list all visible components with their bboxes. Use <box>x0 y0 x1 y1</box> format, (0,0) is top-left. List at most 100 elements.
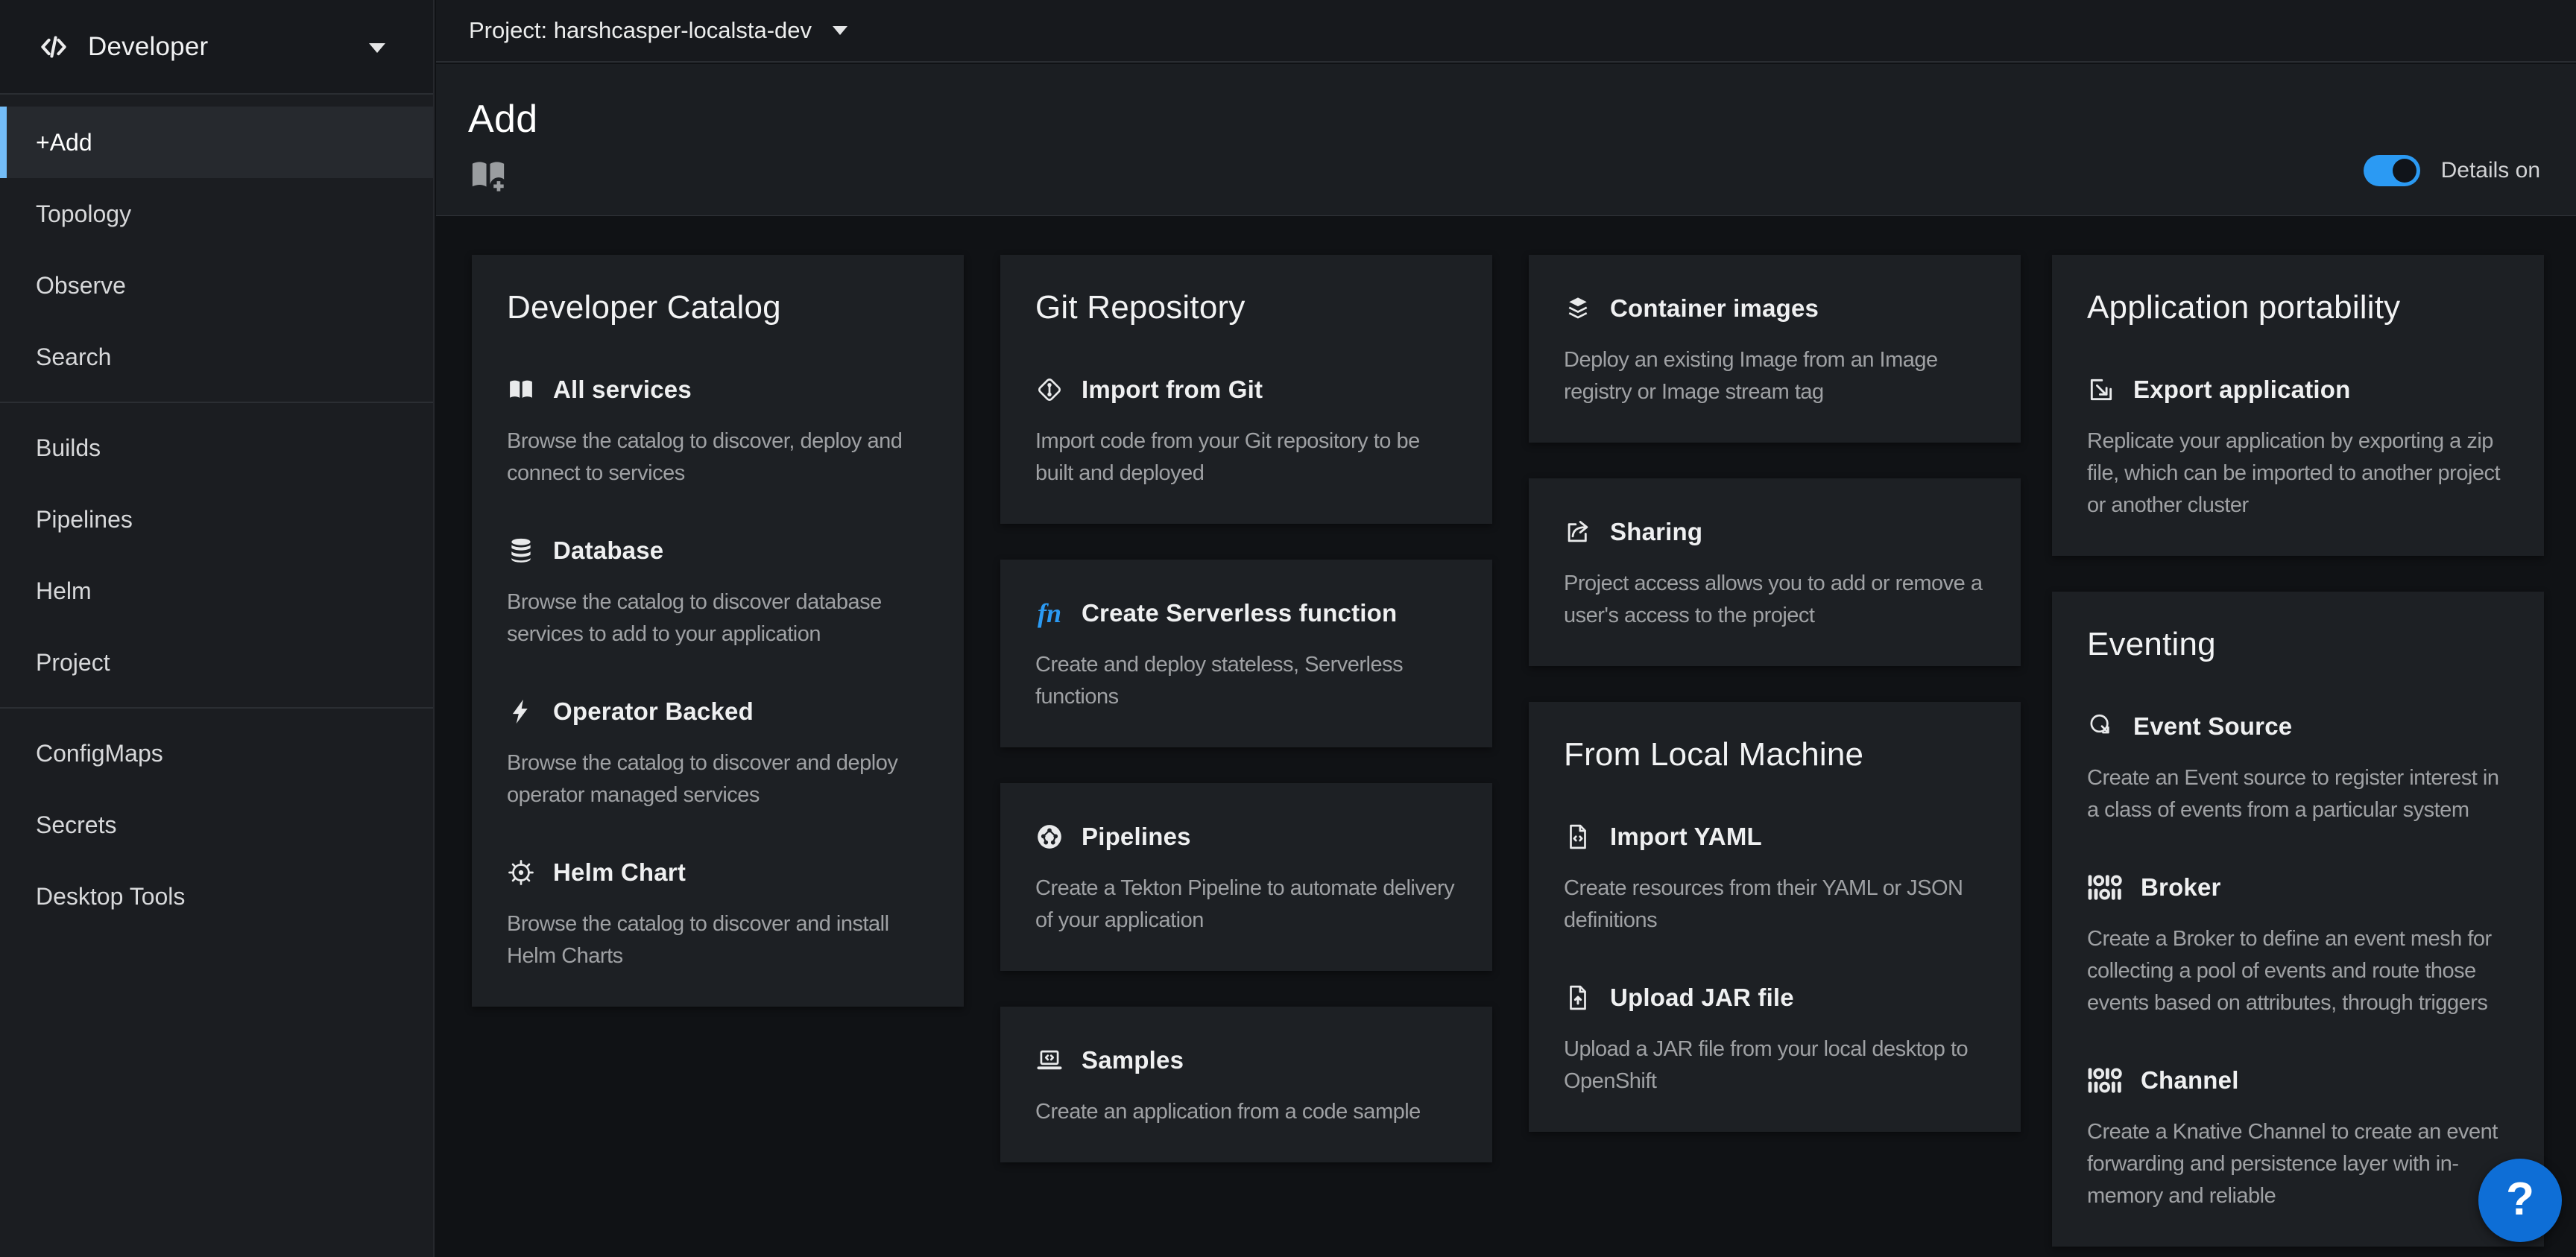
broker-icon <box>2087 873 2123 902</box>
item-title: Operator Backed <box>553 697 754 726</box>
sidebar-nav: +Add Topology Observe Search Builds Pipe… <box>0 95 433 932</box>
card-eventing: Eventing Event Source Create an Event so… <box>2052 592 2544 1247</box>
card-column: Application portability Export applicati… <box>2052 255 2544 1247</box>
details-toggle-label: Details on <box>2441 158 2540 183</box>
item-operator-backed[interactable]: Operator Backed Browse the catalog to di… <box>507 695 929 811</box>
sidebar-item-label: Observe <box>36 272 126 300</box>
card-developer-catalog: Developer Catalog All services Browse th… <box>472 255 964 1007</box>
card-title: Developer Catalog <box>507 290 929 326</box>
item-description: Create an Event source to register inter… <box>2087 762 2509 826</box>
sidebar-item-project[interactable]: Project <box>0 627 433 698</box>
file-upload-icon <box>1564 984 1592 1012</box>
sidebar-item-label: Builds <box>36 434 101 462</box>
item-sharing[interactable]: Sharing Project access allows you to add… <box>1564 516 1986 632</box>
card-sharing: Sharing Project access allows you to add… <box>1529 478 2021 666</box>
item-database[interactable]: Database Browse the catalog to discover … <box>507 534 929 650</box>
project-switcher[interactable]: Project: harshcasper-localsta-dev <box>469 17 847 44</box>
card-pipelines: Pipelines Create a Tekton Pipeline to au… <box>1000 783 1492 971</box>
item-helm-chart[interactable]: Helm Chart Browse the catalog to discove… <box>507 856 929 972</box>
share-icon <box>1564 518 1592 546</box>
perspective-switcher[interactable]: Developer <box>0 0 433 95</box>
sidebar: Developer +Add Topology Observe Search B… <box>0 0 435 1257</box>
git-icon <box>1035 376 1064 404</box>
sidebar-item-helm[interactable]: Helm <box>0 555 433 627</box>
item-title: Create Serverless function <box>1082 599 1397 627</box>
page-title: Add <box>468 97 2576 142</box>
card-git-repository: Git Repository Import from Git Import co… <box>1000 255 1492 524</box>
item-title: Pipelines <box>1082 823 1191 851</box>
item-description: Create and deploy stateless, Serverless … <box>1035 649 1457 713</box>
sidebar-item-topology[interactable]: Topology <box>0 178 433 250</box>
details-toggle-group: Details on <box>2364 155 2540 186</box>
card-column: Git Repository Import from Git Import co… <box>1000 255 1492 1162</box>
layers-icon <box>1564 294 1592 323</box>
sidebar-item-desktop-tools[interactable]: Desktop Tools <box>0 861 433 932</box>
item-title: Sharing <box>1610 518 1702 546</box>
sidebar-item-search[interactable]: Search <box>0 321 433 393</box>
item-upload-jar-file[interactable]: Upload JAR file Upload a JAR file from y… <box>1564 981 1986 1098</box>
item-description: Browse the catalog to discover database … <box>507 586 929 650</box>
topbar: Project: harshcasper-localsta-dev <box>436 0 2576 63</box>
card-from-local-machine: From Local Machine Import YAML Create re… <box>1529 702 2021 1132</box>
item-title: Database <box>553 536 663 565</box>
item-import-from-git[interactable]: Import from Git Import code from your Gi… <box>1035 373 1457 490</box>
sidebar-item-configmaps[interactable]: ConfigMaps <box>0 718 433 789</box>
details-toggle[interactable] <box>2364 155 2420 186</box>
item-description: Create a Tekton Pipeline to automate del… <box>1035 873 1457 937</box>
help-button[interactable]: ? <box>2478 1159 2562 1242</box>
sidebar-item-observe[interactable]: Observe <box>0 250 433 321</box>
card-serverless-function: fn Create Serverless function Create and… <box>1000 560 1492 747</box>
project-label: Project: harshcasper-localsta-dev <box>469 17 812 44</box>
sidebar-item-label: Pipelines <box>36 506 133 533</box>
sidebar-item-label: Search <box>36 343 111 371</box>
bolt-icon <box>507 697 535 726</box>
card-container-images: Container images Deploy an existing Imag… <box>1529 255 2021 443</box>
item-description: Deploy an existing Image from an Image r… <box>1564 344 1986 408</box>
item-event-source[interactable]: Event Source Create an Event source to r… <box>2087 710 2509 826</box>
item-title: All services <box>553 376 692 404</box>
item-title: Import YAML <box>1610 823 1762 851</box>
sidebar-item-secrets[interactable]: Secrets <box>0 789 433 861</box>
item-all-services[interactable]: All services Browse the catalog to disco… <box>507 373 929 490</box>
card-title: Application portability <box>2087 290 2509 326</box>
item-broker[interactable]: Broker Create a Broker to define an even… <box>2087 871 2509 1019</box>
sidebar-item-label: +Add <box>36 129 92 156</box>
item-title: Container images <box>1610 294 1819 323</box>
item-import-yaml[interactable]: Import YAML Create resources from their … <box>1564 820 1986 937</box>
book-icon <box>507 376 535 404</box>
item-title: Helm Chart <box>553 858 686 887</box>
book-plus-icon[interactable] <box>468 155 508 195</box>
sidebar-item-label: Desktop Tools <box>36 883 185 911</box>
item-description: Create an application from a code sample <box>1035 1096 1457 1128</box>
item-title: Samples <box>1082 1046 1184 1074</box>
item-description: Create a Broker to define an event mesh … <box>2087 923 2509 1019</box>
sidebar-item-label: Project <box>36 649 110 677</box>
item-description: Import code from your Git repository to … <box>1035 425 1457 490</box>
file-code-icon <box>1564 823 1592 851</box>
item-title: Export application <box>2133 376 2350 404</box>
sidebar-item-add[interactable]: +Add <box>0 107 433 178</box>
main-content: Add Details on Developer Catalog <box>436 64 2576 1257</box>
item-samples[interactable]: Samples Create an application from a cod… <box>1035 1044 1457 1128</box>
add-cards-area: Developer Catalog All services Browse th… <box>436 255 2576 1257</box>
card-title: From Local Machine <box>1564 737 1986 773</box>
question-mark-icon: ? <box>2506 1173 2534 1226</box>
sidebar-item-pipelines[interactable]: Pipelines <box>0 484 433 555</box>
toggle-knob <box>2393 159 2416 183</box>
item-title: Import from Git <box>1082 376 1263 404</box>
fn-icon: fn <box>1035 599 1064 627</box>
chevron-down-icon <box>369 43 385 53</box>
card-title: Eventing <box>2087 627 2509 662</box>
sidebar-item-builds[interactable]: Builds <box>0 412 433 484</box>
item-description: Browse the catalog to discover and insta… <box>507 908 929 972</box>
item-pipelines[interactable]: Pipelines Create a Tekton Pipeline to au… <box>1035 820 1457 937</box>
card-column: Container images Deploy an existing Imag… <box>1529 255 2021 1132</box>
item-container-images[interactable]: Container images Deploy an existing Imag… <box>1564 292 1986 408</box>
item-channel[interactable]: Channel Create a Knative Channel to crea… <box>2087 1064 2509 1212</box>
item-description: Browse the catalog to discover, deploy a… <box>507 425 929 490</box>
item-create-serverless-function[interactable]: fn Create Serverless function Create and… <box>1035 597 1457 713</box>
item-export-application[interactable]: Export application Replicate your applic… <box>2087 373 2509 522</box>
item-description: Project access allows you to add or remo… <box>1564 568 1986 632</box>
perspective-label: Developer <box>88 32 208 62</box>
item-description: Create resources from their YAML or JSON… <box>1564 873 1986 937</box>
